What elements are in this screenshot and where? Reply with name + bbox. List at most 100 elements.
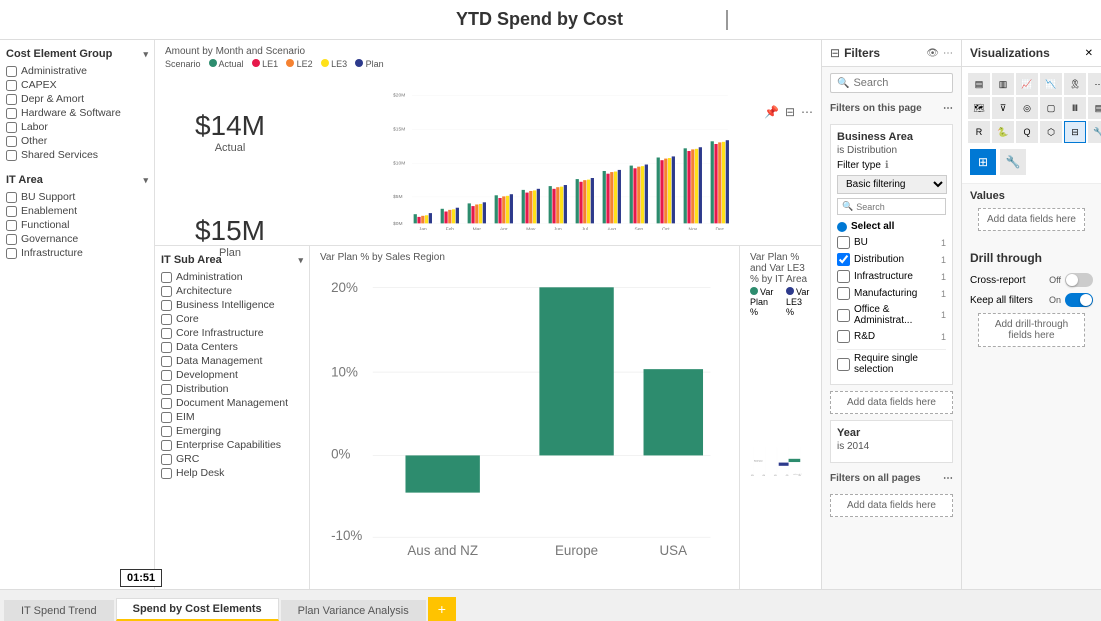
scenario-label: Scenario (165, 59, 201, 69)
tab-spend-by-cost[interactable]: Spend by Cost Elements (116, 598, 279, 621)
viz-icon-custom1[interactable]: ⬡ (1040, 121, 1062, 143)
add-data-fields-btn[interactable]: Add data fields here (830, 391, 953, 414)
it-sub-eim[interactable]: EIM (161, 410, 303, 424)
filter-option-bu[interactable]: BU 1 (837, 234, 946, 251)
filters-page-more[interactable]: ⋯ (943, 103, 953, 114)
filter-type-row: Filter type ℹ (837, 160, 946, 171)
filter-option-infrastructure[interactable]: Infrastructure 1 (837, 268, 946, 285)
it-sub-emerging[interactable]: Emerging (161, 424, 303, 438)
viz-icon-area[interactable]: 📉 (1040, 73, 1062, 95)
it-sub-entcap[interactable]: Enterprise Capabilities (161, 438, 303, 452)
viz-icon-custom3[interactable]: 🔧 (1088, 121, 1101, 143)
filter-item-labor[interactable]: Labor (6, 120, 148, 134)
svg-text:$5M: $5M (393, 194, 402, 200)
tab-it-spend-trend[interactable]: IT Spend Trend (4, 600, 114, 621)
filter-item-bu-support[interactable]: BU Support (6, 190, 148, 204)
select-all-row[interactable]: Select all (837, 219, 946, 234)
svg-text:Europe: Europe (555, 543, 598, 558)
filter-item-enablement[interactable]: Enablement (6, 204, 148, 218)
filter-item-depr-amort[interactable]: Depr & Amort (6, 92, 148, 106)
tab-plan-variance[interactable]: Plan Variance Analysis (281, 600, 426, 621)
filter-option-office[interactable]: Office & Administrat... 1 (837, 302, 946, 328)
viz-icon-ribbon[interactable]: 🎗 (1064, 73, 1086, 95)
it-sub-core-infra[interactable]: Core Infrastructure (161, 326, 303, 340)
svg-text:Aug: Aug (607, 226, 616, 230)
filter-option-rd[interactable]: R&D 1 (837, 328, 946, 345)
svg-text:Governance: Governance (754, 460, 763, 463)
filter-item-shared-services[interactable]: Shared Services (6, 148, 148, 162)
svg-text:Feb: Feb (446, 226, 455, 230)
viz-close-icon[interactable]: ✕ (1085, 48, 1093, 59)
filters-more-icon[interactable]: ⋯ (943, 48, 953, 59)
drill-add-fields-btn[interactable]: Add drill-through fields here (978, 313, 1085, 347)
filter-item-capex[interactable]: CAPEX (6, 78, 148, 92)
filter-item-functional[interactable]: Functional (6, 218, 148, 232)
viz-format-row: ⊞ 🔧 (966, 145, 1097, 179)
viz-add-fields-btn[interactable]: Add data fields here (978, 208, 1085, 231)
it-subarea-dropdown-icon[interactable]: ▾ (298, 255, 303, 266)
viz-icon-kpi[interactable]: Ⅲ (1064, 97, 1086, 119)
viz-icon-funnel[interactable]: ⊽ (992, 97, 1014, 119)
viz-icon-column[interactable]: ▥ (992, 73, 1014, 95)
add-data-fields-btn2[interactable]: Add data fields here (830, 494, 953, 517)
filters-search-input[interactable] (853, 77, 962, 89)
filter-card-search[interactable]: 🔍 (837, 198, 946, 215)
it-sub-core[interactable]: Core (161, 312, 303, 326)
viz-icon-r[interactable]: R (968, 121, 990, 143)
filter-option-distribution[interactable]: Distribution 1 (837, 251, 946, 268)
filter-item-infrastructure[interactable]: Infrastructure (6, 246, 148, 260)
filter-card-search-input[interactable] (856, 202, 941, 212)
filter-item-governance[interactable]: Governance (6, 232, 148, 246)
filters-header: ⊟ Filters 👁 ⋯ (822, 40, 962, 66)
cross-report-toggle[interactable]: Off (1049, 273, 1093, 287)
it-area-dropdown-icon[interactable]: ▾ (143, 175, 148, 186)
legend-le1: LE1 (252, 59, 279, 69)
filters-all-more[interactable]: ⋯ (943, 473, 953, 484)
it-sub-bi[interactable]: Business Intelligence (161, 298, 303, 312)
viz-icon-custom2[interactable]: ⊟ (1064, 121, 1086, 143)
tab-add-button[interactable]: + (428, 597, 456, 621)
filter-type-select[interactable]: Basic filtering Advanced filtering (837, 175, 947, 194)
title-divider (726, 10, 728, 30)
it-sub-distribution[interactable]: Distribution (161, 382, 303, 396)
filters-search-box[interactable]: 🔍 (830, 73, 953, 93)
it-sub-docmgmt[interactable]: Document Management (161, 396, 303, 410)
viz-format-icon[interactable]: 🔧 (1000, 149, 1026, 175)
viz-icon-card[interactable]: ▢ (1040, 97, 1062, 119)
filter-item-hardware[interactable]: Hardware & Software (6, 106, 148, 120)
it-sub-administration[interactable]: Administration (161, 270, 303, 284)
keep-filters-track[interactable] (1065, 293, 1093, 307)
viz-icon-bar[interactable]: ▤ (968, 73, 990, 95)
it-sub-architecture[interactable]: Architecture (161, 284, 303, 298)
filter-item-administrative[interactable]: Administrative (6, 64, 148, 78)
viz-icons-section: ▤ ▥ 📈 📉 🎗 ⋯ ◕ ▦ 🗺 ⊽ (962, 67, 1101, 184)
it-sub-datacenters[interactable]: Data Centers (161, 340, 303, 354)
it-area-items: BU Support Enablement Functional Governa… (6, 190, 148, 260)
cost-group-dropdown-icon[interactable]: ▾ (143, 49, 148, 60)
svg-text:$0M: $0M (393, 221, 402, 227)
viz-icons-grid: ▤ ▥ 📈 📉 🎗 ⋯ ◕ ▦ 🗺 ⊽ (966, 71, 1097, 145)
filter-option-manufacturing[interactable]: Manufacturing 1 (837, 285, 946, 302)
it-sub-helpdesk[interactable]: Help Desk (161, 466, 303, 480)
viz-icon-line[interactable]: 📈 (1016, 73, 1038, 95)
svg-text:USA: USA (660, 543, 688, 558)
it-sub-datamgmt[interactable]: Data Management (161, 354, 303, 368)
filters-eye-icon[interactable]: 👁 (926, 48, 939, 59)
viz-icon-qs[interactable]: Q (1016, 121, 1038, 143)
legend-le3: LE3 (321, 59, 348, 69)
viz-icon-gauge[interactable]: ◎ (1016, 97, 1038, 119)
svg-text:0%: 0% (331, 447, 350, 462)
tab-bar: IT Spend Trend Spend by Cost Elements Pl… (0, 589, 1101, 621)
center-content: Amount by Month and Scenario Scenario Ac… (155, 40, 1101, 589)
viz-icon-map[interactable]: 🗺 (968, 97, 990, 119)
svg-text:Jul: Jul (582, 226, 588, 230)
it-sub-development[interactable]: Development (161, 368, 303, 382)
viz-icon-py[interactable]: 🐍 (992, 121, 1014, 143)
viz-icon-scatter[interactable]: ⋯ (1088, 73, 1101, 95)
it-sub-grc[interactable]: GRC (161, 452, 303, 466)
viz-fields-icon[interactable]: ⊞ (970, 149, 996, 175)
filter-item-other[interactable]: Other (6, 134, 148, 148)
cross-report-track[interactable] (1065, 273, 1093, 287)
viz-icon-table[interactable]: ▤ (1088, 97, 1101, 119)
keep-filters-toggle[interactable]: On (1049, 293, 1093, 307)
